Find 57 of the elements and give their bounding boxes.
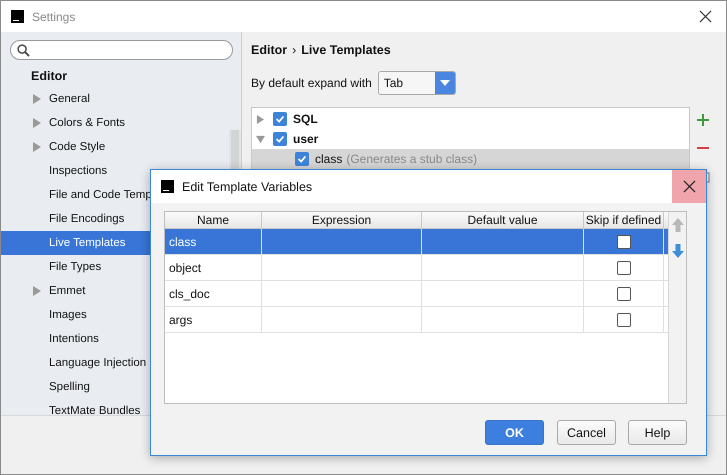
table-cell: args <box>165 307 262 332</box>
checkbox[interactable] <box>616 234 630 248</box>
expand-arrow-icon[interactable] <box>33 118 41 128</box>
sidebar-item[interactable]: Colors & Fonts <box>1 111 229 135</box>
template-description: (Generates a stub class) <box>346 152 478 166</box>
column-header[interactable]: Skip if defined <box>584 212 664 228</box>
app-logo-icon <box>161 180 174 193</box>
checkbox[interactable] <box>616 286 630 300</box>
column-header[interactable]: Expression <box>262 212 422 228</box>
close-icon[interactable] <box>699 10 712 23</box>
expand-arrow-icon[interactable] <box>256 114 265 124</box>
section-heading: Editor <box>30 68 68 85</box>
table-row[interactable]: args <box>165 307 668 333</box>
column-header[interactable]: Default value <box>422 212 584 228</box>
template-group[interactable]: user <box>293 132 318 146</box>
table-cell: object <box>165 255 262 280</box>
expand-arrow-icon[interactable] <box>33 94 41 104</box>
breadcrumb-item: Live Templates <box>301 43 391 57</box>
checkbox[interactable] <box>273 112 287 126</box>
table-row[interactable]: cls_doc <box>165 281 668 307</box>
ok-button[interactable]: OK <box>485 420 544 445</box>
sidebar-item[interactable]: Code Style <box>1 135 229 159</box>
add-icon[interactable] <box>696 113 710 127</box>
window-title: Settings <box>32 10 76 24</box>
move-down-icon[interactable] <box>672 244 684 258</box>
dialog-button[interactable]: Cancel <box>557 420 616 445</box>
dropdown-caret-icon <box>440 80 450 86</box>
column-header[interactable]: Name <box>165 212 262 228</box>
breadcrumb-separator: › <box>292 43 296 57</box>
app-logo-icon <box>11 10 24 23</box>
template-name: class <box>315 152 342 166</box>
template-row[interactable]: class (Generates a stub class) <box>252 149 689 169</box>
checkbox[interactable] <box>616 260 630 274</box>
collapse-arrow-icon[interactable] <box>256 134 265 144</box>
checkmark-icon <box>274 113 286 125</box>
expand-dropdown[interactable]: Tab <box>378 71 456 95</box>
table-row[interactable]: class <box>165 229 668 255</box>
expand-arrow-icon[interactable] <box>33 286 41 296</box>
search-icon <box>17 44 30 56</box>
dialog-title: Edit Template Variables <box>182 180 314 194</box>
expand-label: By default expand with <box>251 76 372 90</box>
template-group[interactable]: SQL <box>293 112 318 126</box>
table-cell: cls_doc <box>165 281 262 306</box>
breadcrumb-item[interactable]: Editor <box>251 43 288 57</box>
sidebar-item[interactable]: General <box>1 87 229 111</box>
expand-arrow-icon[interactable] <box>33 142 41 152</box>
search-field[interactable] <box>10 40 233 60</box>
checkbox[interactable] <box>295 152 309 166</box>
checkbox[interactable] <box>273 132 287 146</box>
close-button[interactable] <box>672 170 706 203</box>
checkmark-icon <box>274 133 286 145</box>
dialog-button[interactable]: Help <box>628 420 687 445</box>
checkbox[interactable] <box>616 312 630 326</box>
table-row[interactable]: object <box>165 255 668 281</box>
table-cell: class <box>165 229 262 254</box>
close-icon <box>682 180 696 193</box>
checkmark-icon <box>296 153 308 165</box>
